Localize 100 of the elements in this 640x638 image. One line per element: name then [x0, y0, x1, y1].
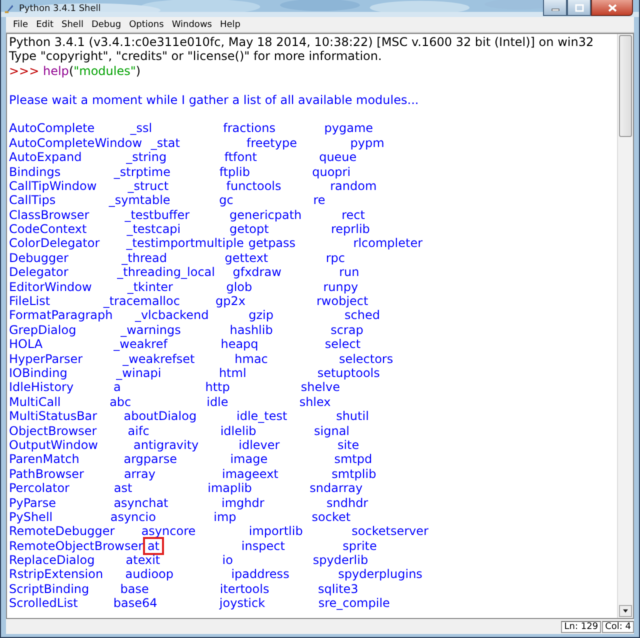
banner-line: Python 3.4.1 (v3.4.1:c0e311e010fc, May 18 2014, 10:38:22) [MSC v.1600 32 bit (Intel)] on win32 [9, 35, 595, 50]
scroll-down-icon[interactable] [619, 605, 632, 617]
module-name: idle_test [236, 409, 288, 424]
module-name: FileList [9, 294, 50, 308]
module-name: ftplib [219, 164, 250, 179]
maximize-icon [574, 4, 584, 12]
module-name: freetype [246, 136, 297, 150]
module-name: pypm [350, 136, 384, 150]
menu-item[interactable]: Options [125, 20, 168, 30]
module-name: reprlib [331, 222, 370, 236]
module-name: atexit [126, 553, 160, 568]
module-name: heapq [220, 337, 258, 352]
module-name: gfxdraw [232, 265, 282, 280]
module-name: _winapi [116, 366, 162, 380]
module-name: functools [226, 178, 282, 194]
module-name: antigravity [134, 438, 199, 452]
menu-item[interactable]: File [9, 20, 32, 30]
module-name: _symtable [108, 193, 170, 208]
module-name: abc [110, 394, 132, 410]
module-name: ScrolledList [9, 596, 78, 611]
module-name: _threading_local [117, 265, 215, 280]
menu-item[interactable]: Help [216, 20, 245, 30]
module-name: smtpd [334, 452, 372, 467]
module-name: sprite [342, 538, 377, 554]
module-name: re [313, 193, 326, 208]
module-name: inspect [241, 538, 285, 554]
module-name: _weakrefset [122, 352, 195, 366]
module-name: IOBinding [9, 366, 68, 380]
module-name: aifc [128, 424, 150, 438]
scroll-thumb[interactable] [619, 35, 632, 137]
module-name: imageext [222, 466, 278, 482]
module-name: signal [314, 424, 350, 438]
module-name: HOLA [9, 337, 43, 352]
module-name: sre_compile [318, 596, 390, 611]
module-name: _vlcbackend [134, 308, 209, 323]
module-name: FormatParagraph [9, 308, 113, 323]
module-name: rlcompleter [353, 236, 423, 251]
module-name: socketserver [352, 524, 428, 539]
minimize-button[interactable] [543, 0, 567, 16]
module-name: http [205, 380, 230, 395]
module-name: joystick [219, 596, 266, 611]
module-name: html [218, 366, 246, 380]
module-name: ReplaceDialog [9, 553, 95, 568]
menu-item[interactable]: Shell [58, 20, 88, 30]
module-name: RemoteObjectBrowser [9, 538, 144, 554]
module-name: spyderlib [312, 553, 368, 568]
module-name: Delegator [9, 265, 68, 280]
module-name: base64 [113, 596, 158, 611]
module-name: aboutDialog [124, 409, 197, 424]
module-name: random [330, 178, 377, 194]
module-name: ParenMatch [9, 452, 80, 467]
module-name: rect [342, 208, 365, 222]
module-name: site [337, 438, 360, 452]
module-name: rwobject [316, 294, 368, 308]
window-title: Python 3.4.1 Shell [19, 4, 101, 14]
module-name: queue [319, 150, 357, 165]
banner-line: Type "copyright", "credits" or "license()" for more information. [9, 49, 383, 64]
module-name: Percolator [9, 481, 70, 496]
module-name: importlib [248, 524, 303, 539]
module-name: fractions [223, 121, 276, 136]
module-name: _ssl [130, 121, 152, 136]
module-name: shelve [300, 380, 340, 395]
module-name: _tracemalloc [103, 294, 180, 308]
module-name: sndhdr [326, 496, 368, 510]
module-name: sqlite3 [318, 582, 358, 596]
module-name: selectors [338, 352, 394, 366]
module-name: _tkinter [127, 280, 173, 294]
close-button[interactable] [591, 0, 633, 16]
menu-item[interactable]: Windows [168, 20, 216, 30]
module-name: PathBrowser [9, 466, 84, 482]
module-name: _string [126, 150, 167, 165]
module-name: pygame [324, 121, 374, 136]
module-name: AutoComplete [9, 121, 95, 136]
scrollbar[interactable] [617, 34, 633, 618]
module-name: select [324, 337, 361, 352]
module-name: ClassBrowser [9, 208, 90, 222]
module-name: imaplib [208, 481, 252, 496]
module-name: Bindings [9, 164, 61, 179]
menu-item[interactable]: Edit [32, 20, 58, 30]
module-name: base [120, 582, 149, 596]
module-name: hmac [234, 352, 268, 366]
module-name: array [124, 466, 156, 482]
module-name: _testimportmultiple [126, 236, 244, 251]
module-name: idlever [238, 438, 280, 452]
line-indicator: Ln: 129 [561, 620, 602, 632]
module-name: io [222, 553, 233, 568]
module-name: _warnings [120, 322, 181, 338]
module-name: socket [312, 510, 351, 524]
maximize-button[interactable] [567, 0, 591, 16]
module-name: image [230, 452, 268, 467]
close-icon [608, 4, 616, 12]
module-name: smtplib [332, 466, 376, 482]
module-name: ColorDelegator [9, 236, 100, 251]
module-name: _strptime [114, 164, 170, 179]
menu-item[interactable]: Debug [87, 20, 126, 30]
module-name: idle [206, 394, 228, 410]
module-name: gzip [248, 308, 274, 323]
module-name: ftfont [224, 150, 257, 165]
module-name: EditorWindow [9, 280, 92, 294]
module-name: setuptools [317, 366, 380, 380]
